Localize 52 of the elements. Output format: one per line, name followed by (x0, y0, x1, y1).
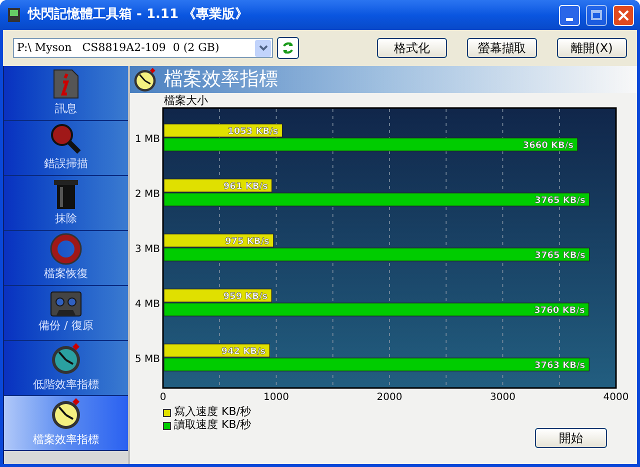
value-label: 3765 KB/s (534, 196, 586, 206)
trash-can-icon (53, 178, 79, 210)
magnifier-icon (50, 123, 82, 156)
window-title: 快閃記憶體工具箱 - 1.11 《專業版》 (28, 6, 250, 24)
axis-title: 檔案大小 (164, 94, 208, 107)
value-label: 975 KB/s (225, 237, 270, 247)
legend-label: 寫入速度 KB/秒 (174, 404, 251, 418)
stopwatch-icon (49, 397, 83, 432)
value-label: 3763 KB/s (534, 361, 586, 371)
category-label: 4 MB (134, 299, 160, 310)
tick-label: 4000 (603, 392, 629, 403)
sidebar-item[interactable]: 抹除 (4, 176, 128, 231)
device-dropdown[interactable]: P:\ Myson CS8819A2-109 0 (2 GB) (13, 38, 273, 58)
sidebar-item[interactable]: 訊息 (4, 66, 128, 121)
sidebar-item[interactable]: 備份 / 復原 (4, 286, 128, 341)
minimize-button[interactable] (559, 4, 580, 26)
value-label: 3660 KB/s (522, 141, 574, 151)
value-label: 1053 KB/s (228, 127, 278, 137)
cassette-icon (50, 291, 82, 318)
value-label: 959 KB/s (223, 292, 268, 302)
stopwatch-icon (49, 342, 83, 376)
toolbar-button[interactable]: 螢幕擷取 (467, 38, 537, 58)
category-label: 3 MB (134, 244, 160, 255)
tick-label: 1000 (264, 392, 289, 403)
lifebuoy-icon (50, 233, 82, 266)
maximize-button[interactable] (586, 4, 607, 26)
value-label: 3760 KB/s (534, 306, 585, 316)
stopwatch-icon (132, 66, 158, 92)
value-label: 3765 KB/s (534, 251, 586, 261)
value-label: 942 KB/s (221, 347, 266, 357)
sidebar-item[interactable]: 錯誤掃描 (4, 121, 128, 176)
legend-label: 讀取速度 KB/秒 (174, 417, 251, 434)
sidebar-item[interactable]: 低階效率指標 (4, 341, 128, 396)
sidebar-item[interactable]: 檔案恢復 (4, 231, 128, 286)
tick-label: 2000 (376, 392, 402, 403)
refresh-icon (281, 40, 295, 56)
toolbar-button[interactable]: 離開(X) (557, 38, 627, 58)
close-icon (618, 10, 629, 20)
toolbar-button[interactable]: 格式化 (377, 38, 447, 58)
close-button[interactable] (613, 4, 634, 26)
category-label: 5 MB (134, 354, 160, 365)
tick-label: 3000 (490, 392, 516, 403)
category-label: 2 MB (134, 189, 160, 200)
info-icon (52, 68, 80, 100)
panel-title: 檔案效率指標 (164, 67, 278, 92)
category-label: 1 MB (134, 134, 160, 145)
refresh-button[interactable] (277, 37, 299, 59)
tick-label: 0 (160, 392, 166, 403)
start-button[interactable]: 開始 (535, 428, 607, 448)
value-label: 961 KB/s (223, 182, 268, 192)
sidebar-item[interactable]: 檔案效率指標 (4, 396, 128, 451)
app-icon (6, 7, 22, 23)
